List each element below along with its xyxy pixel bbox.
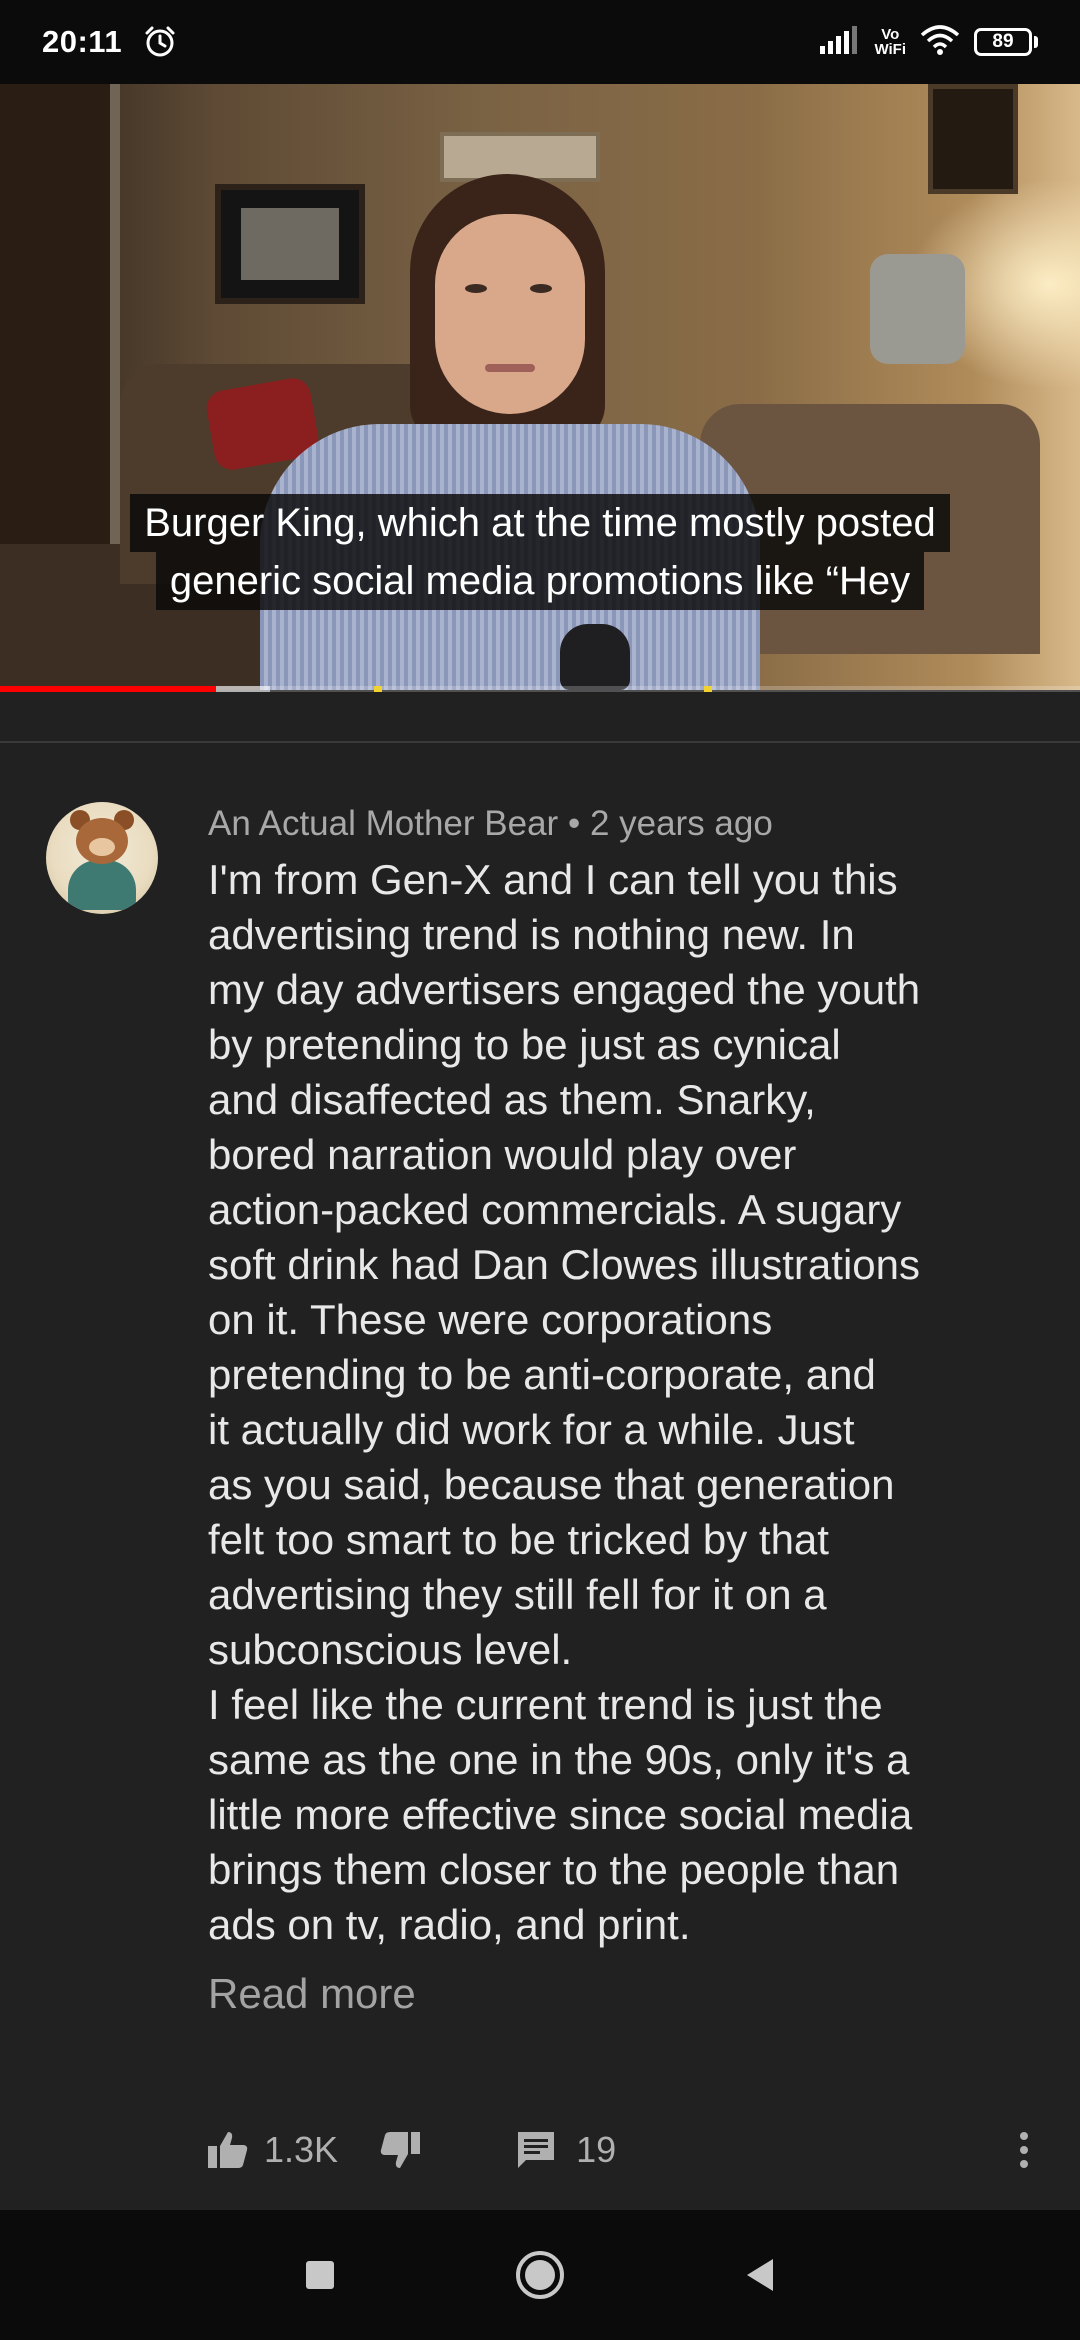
status-time: 20:11 bbox=[42, 24, 123, 59]
person-face bbox=[435, 214, 585, 414]
shirt-cat-patch bbox=[560, 624, 630, 690]
system-nav-bar bbox=[0, 2210, 1080, 2340]
thumbs-down-icon[interactable] bbox=[378, 2128, 422, 2172]
video-picture-frame-right bbox=[928, 84, 1018, 194]
avatar-bear-body bbox=[68, 860, 136, 910]
comment-body: An Actual Mother Bear • 2 years ago I'm … bbox=[208, 802, 1038, 2021]
thumbs-up-icon[interactable] bbox=[206, 2128, 250, 2172]
signal-icon bbox=[820, 25, 860, 59]
video-grey-pillow bbox=[870, 254, 965, 364]
like-count: 1.3K bbox=[264, 2129, 339, 2170]
comment-author[interactable]: An Actual Mother Bear bbox=[208, 804, 558, 843]
comment-actions: 1.3K 19 bbox=[206, 2120, 1046, 2180]
reply-count: 19 bbox=[576, 2129, 617, 2170]
alarm-icon bbox=[142, 24, 178, 60]
home-icon[interactable] bbox=[510, 2245, 570, 2305]
person-eye-left bbox=[465, 284, 487, 293]
battery-icon: 89 bbox=[974, 28, 1038, 56]
meta-separator: • bbox=[567, 804, 581, 843]
comment-meta: An Actual Mother Bear • 2 years ago bbox=[208, 802, 1038, 846]
caption-line-2: generic social media promotions like “He… bbox=[155, 552, 925, 610]
vowifi-label-bottom: WiFi bbox=[874, 41, 906, 58]
progress-ad-marker bbox=[374, 686, 382, 692]
recents-icon[interactable] bbox=[290, 2245, 350, 2305]
comment-time: 2 years ago bbox=[589, 804, 773, 843]
video-progress-bar[interactable] bbox=[0, 686, 1080, 692]
progress-ad-marker bbox=[704, 686, 712, 692]
progress-played bbox=[0, 686, 216, 692]
battery-level: 89 bbox=[974, 28, 1032, 56]
person-mouth bbox=[485, 364, 535, 372]
back-icon[interactable] bbox=[730, 2245, 790, 2305]
person-eye-right bbox=[530, 284, 552, 293]
video-captions: Burger King, which at the time mostly po… bbox=[0, 494, 1080, 610]
section-divider bbox=[0, 741, 1080, 743]
avatar[interactable] bbox=[46, 802, 158, 914]
video-player[interactable]: Burger King, which at the time mostly po… bbox=[0, 84, 1080, 690]
battery-tip bbox=[1034, 36, 1038, 48]
status-bar: 20:11 Vo WiFi 89 bbox=[0, 0, 1080, 84]
read-more-link[interactable]: Read more bbox=[208, 1966, 1038, 2021]
status-indicators: Vo WiFi 89 bbox=[820, 24, 1038, 60]
wifi-icon bbox=[920, 24, 960, 60]
vowifi-indicator: Vo WiFi bbox=[874, 27, 906, 57]
more-vert-icon[interactable] bbox=[1002, 2128, 1046, 2172]
reply-icon[interactable] bbox=[514, 2128, 558, 2172]
comment-text: I'm from Gen-X and I can tell you this a… bbox=[208, 856, 921, 1948]
caption-line-1: Burger King, which at the time mostly po… bbox=[130, 494, 950, 552]
avatar-bear-face bbox=[89, 838, 115, 856]
